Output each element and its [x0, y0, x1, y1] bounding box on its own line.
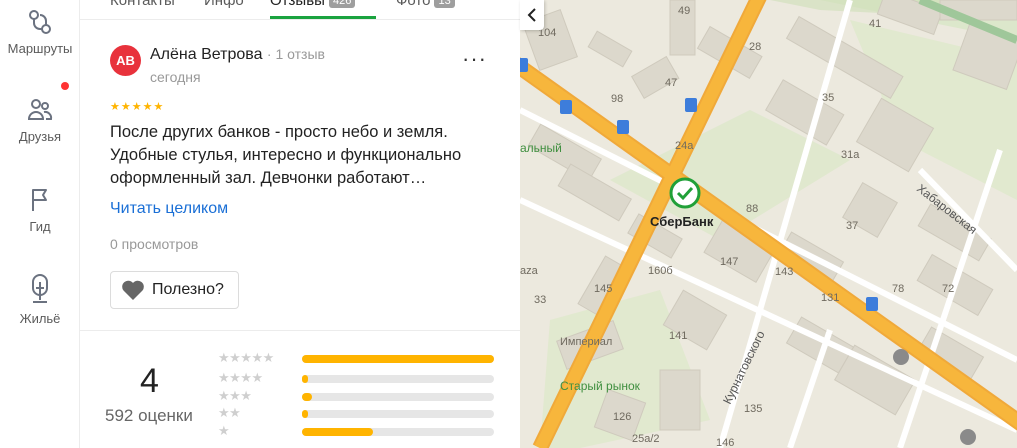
org-panel: Контакты Инфо Отзывы 426 Фото 13 АВ Алёна … [80, 0, 520, 448]
svg-text:49: 49 [678, 5, 690, 17]
svg-text:141: 141 [669, 330, 687, 342]
svg-text:альный: альный [520, 141, 562, 155]
rating-bar-row: ★★ [218, 405, 498, 421]
rail-item-friends[interactable]: Друзья [0, 96, 80, 144]
rating-bar-track [302, 375, 494, 383]
author-review-count: · 1 отзыв [266, 46, 325, 62]
tab-contacts[interactable]: Контакты [110, 0, 175, 9]
review-stars: ★★★★★ [110, 101, 165, 113]
svg-text:Старый рынок: Старый рынок [560, 379, 641, 393]
svg-text:28: 28 [749, 41, 761, 53]
tab-photo-count: 13 [434, 0, 455, 8]
rating-bar-track [302, 410, 494, 418]
map[interactable]: СберБанк 104 49 41 28 47 98 35 24a 31a 8… [520, 0, 1017, 448]
rail-item-guide[interactable]: Гид [0, 186, 80, 234]
section-divider [80, 330, 520, 331]
sberbank-pin-icon[interactable] [669, 177, 701, 209]
svg-text:145: 145 [594, 283, 612, 295]
housing-icon [32, 273, 48, 303]
collapse-panel-button[interactable] [520, 0, 544, 30]
rail-item-housing[interactable]: Жильё [0, 272, 80, 326]
svg-text:25a/2: 25a/2 [632, 433, 660, 445]
svg-text:35: 35 [822, 92, 834, 104]
author-name: Алёна Ветрова [150, 46, 263, 63]
avatar[interactable]: АВ [110, 45, 141, 76]
review-text: После других банков - просто небо и земл… [110, 123, 462, 187]
rating-bar-stars: ★ [218, 423, 230, 438]
svg-text:31a: 31a [841, 149, 860, 161]
rating-bar-fill [302, 375, 308, 383]
svg-text:146: 146 [716, 437, 734, 448]
rating-bar-track [302, 393, 494, 401]
review-date: сегодня [150, 69, 201, 85]
svg-text:131: 131 [821, 292, 839, 304]
rail-label-friends: Друзья [18, 129, 62, 144]
useful-button[interactable]: Полезно? [110, 271, 239, 309]
svg-text:72: 72 [942, 283, 954, 295]
svg-text:88: 88 [746, 203, 758, 215]
left-rail: Маршруты Друзья Гид Жильё [0, 0, 80, 448]
rating-bar-fill [302, 355, 494, 363]
svg-text:98: 98 [611, 93, 623, 105]
more-options-icon[interactable]: ··· [462, 48, 487, 70]
rail-label-housing: Жильё [19, 311, 61, 326]
svg-text:47: 47 [665, 77, 677, 89]
rating-bar-fill [302, 393, 312, 401]
useful-label: Полезно? [152, 281, 224, 298]
svg-text:78: 78 [892, 283, 904, 295]
flag-icon [32, 189, 47, 211]
read-more-link[interactable]: Читать целиком [110, 200, 228, 218]
rail-label-routes: Маршруты [7, 41, 73, 56]
poi-icon [893, 349, 909, 365]
tab-reviews-count: 426 [328, 0, 356, 8]
tab-reviews-label: Отзывы [270, 0, 325, 9]
svg-text:143: 143 [775, 266, 793, 278]
rating-bar-track [302, 355, 494, 363]
rating-bar-row: ★ [218, 423, 498, 439]
rating-bar-stars: ★★★★★ [218, 350, 274, 365]
rating-bar-track [302, 428, 494, 436]
rating-bar-stars: ★★ [218, 405, 241, 420]
svg-text:aza: aza [520, 265, 539, 277]
routes-icon [29, 10, 51, 34]
rating-bar-stars: ★★★ [218, 388, 252, 403]
heart-icon [122, 280, 144, 300]
rating-bar-row: ★★★★ [218, 370, 498, 386]
svg-text:Империал: Империал [560, 336, 612, 348]
tab-photo[interactable]: Фото 13 [396, 0, 455, 9]
map-canvas[interactable]: СберБанк 104 49 41 28 47 98 35 24a 31a 8… [520, 0, 1017, 448]
rating-count: 592 оценки [105, 406, 193, 425]
poi-icon [960, 429, 976, 445]
rating-bar-row: ★★★ [218, 388, 498, 404]
tab-bar-border [80, 19, 520, 20]
svg-text:126: 126 [613, 411, 631, 423]
rail-label-guide: Гид [29, 219, 51, 234]
rating-value: 4 [140, 362, 159, 400]
svg-text:160б: 160б [648, 265, 673, 277]
place-label: СберБанк [650, 214, 714, 229]
notification-dot [61, 82, 69, 90]
svg-text:147: 147 [720, 256, 738, 268]
review-views: 0 просмотров [110, 236, 199, 252]
rating-bar-fill [302, 428, 374, 436]
tab-info[interactable]: Инфо [204, 0, 244, 9]
svg-text:135: 135 [744, 403, 762, 415]
svg-text:37: 37 [846, 220, 858, 232]
svg-text:33: 33 [534, 294, 546, 306]
review-author[interactable]: Алёна Ветрова · 1 отзыв [150, 46, 325, 64]
tab-bar: Контакты Инфо Отзывы 426 Фото 13 [80, 0, 520, 28]
tab-reviews[interactable]: Отзывы 426 [270, 0, 356, 9]
svg-text:24a: 24a [675, 140, 694, 152]
rating-bar-row: ★★★★★ [218, 350, 498, 366]
rating-bar-fill [302, 410, 308, 418]
chevron-left-icon [527, 8, 536, 22]
rail-item-routes[interactable]: Маршруты [0, 8, 80, 56]
svg-text:41: 41 [869, 18, 881, 30]
friends-icon [27, 99, 53, 120]
rating-bar-stars: ★★★★ [218, 370, 263, 385]
tab-photo-label: Фото [396, 0, 431, 9]
app-root: Маршруты Друзья Гид Жильё Контакты Инфо … [0, 0, 1017, 448]
